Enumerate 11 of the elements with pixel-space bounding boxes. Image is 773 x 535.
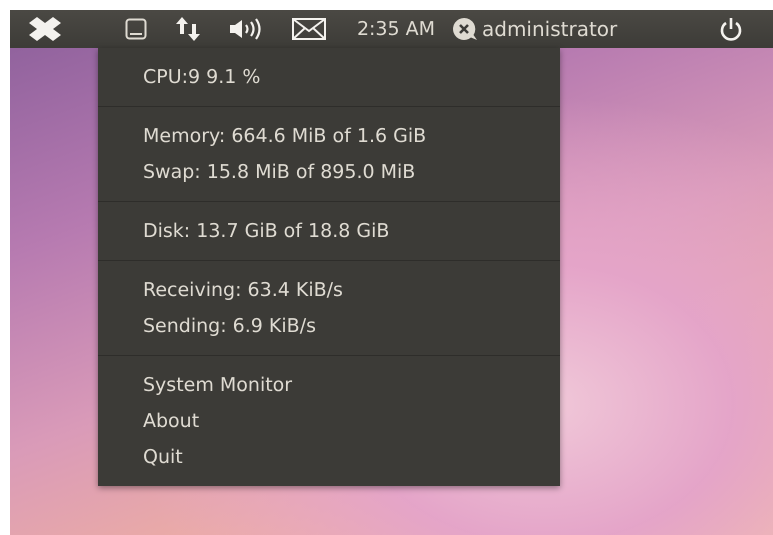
clock[interactable]: 2:35 AM xyxy=(356,18,436,40)
menu-stat-text: Memory: 664.6 MiB of 1.6 GiB xyxy=(142,124,428,149)
menu-stat-text: CPU:9 9.1 % xyxy=(142,65,262,90)
menu-stat-text: Disk: 13.7 GiB of 18.8 GiB xyxy=(142,219,390,244)
menu-stat-text: Sending: 6.9 KiB/s xyxy=(142,314,318,339)
menu-item[interactable]: System Monitor xyxy=(98,367,560,403)
menu-stat-text: Receiving: 63.4 KiB/s xyxy=(142,278,344,303)
menu-item[interactable]: About xyxy=(98,403,560,439)
menu-stat-text: Swap: 15.8 MiB of 895.0 MiB xyxy=(142,160,416,185)
user-name[interactable]: administrator xyxy=(482,17,618,41)
menu-item[interactable]: Quit xyxy=(98,439,560,475)
